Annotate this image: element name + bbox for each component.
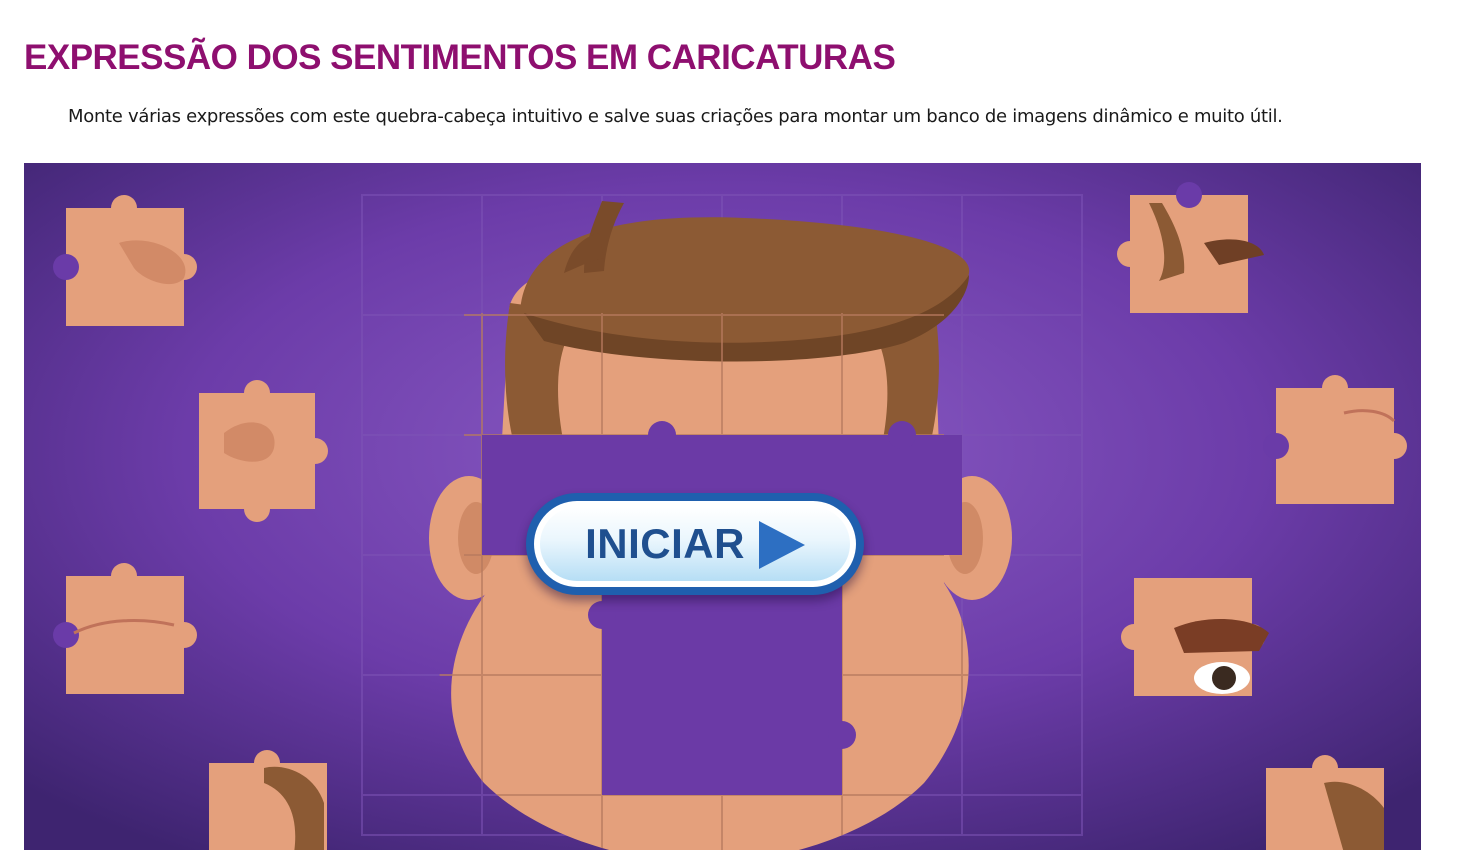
- start-button-label: INICIAR: [585, 520, 745, 567]
- loose-piece-cheek-right: [1263, 375, 1407, 504]
- play-icon: [758, 521, 805, 569]
- loose-piece-hair-bottom-right: [1266, 755, 1384, 850]
- loose-piece-nose-top-left: [53, 195, 197, 326]
- loose-piece-eye-right: [1121, 578, 1269, 696]
- game-stage[interactable]: INICIAR: [24, 163, 1421, 850]
- page-title: EXPRESSÃO DOS SENTIMENTOS EM CARICATURAS: [24, 38, 896, 77]
- page-description: Monte várias expressões com este quebra-…: [68, 106, 1283, 127]
- loose-piece-brow-left: [53, 563, 197, 694]
- start-button-face: INICIAR: [540, 507, 850, 581]
- loose-piece-hair-bottom-left: [209, 750, 327, 850]
- start-button-ring: INICIAR: [534, 501, 856, 587]
- start-button[interactable]: INICIAR: [526, 493, 864, 595]
- loose-piece-nose-left: [199, 380, 328, 522]
- loose-piece-eye-top-right: [1117, 182, 1264, 313]
